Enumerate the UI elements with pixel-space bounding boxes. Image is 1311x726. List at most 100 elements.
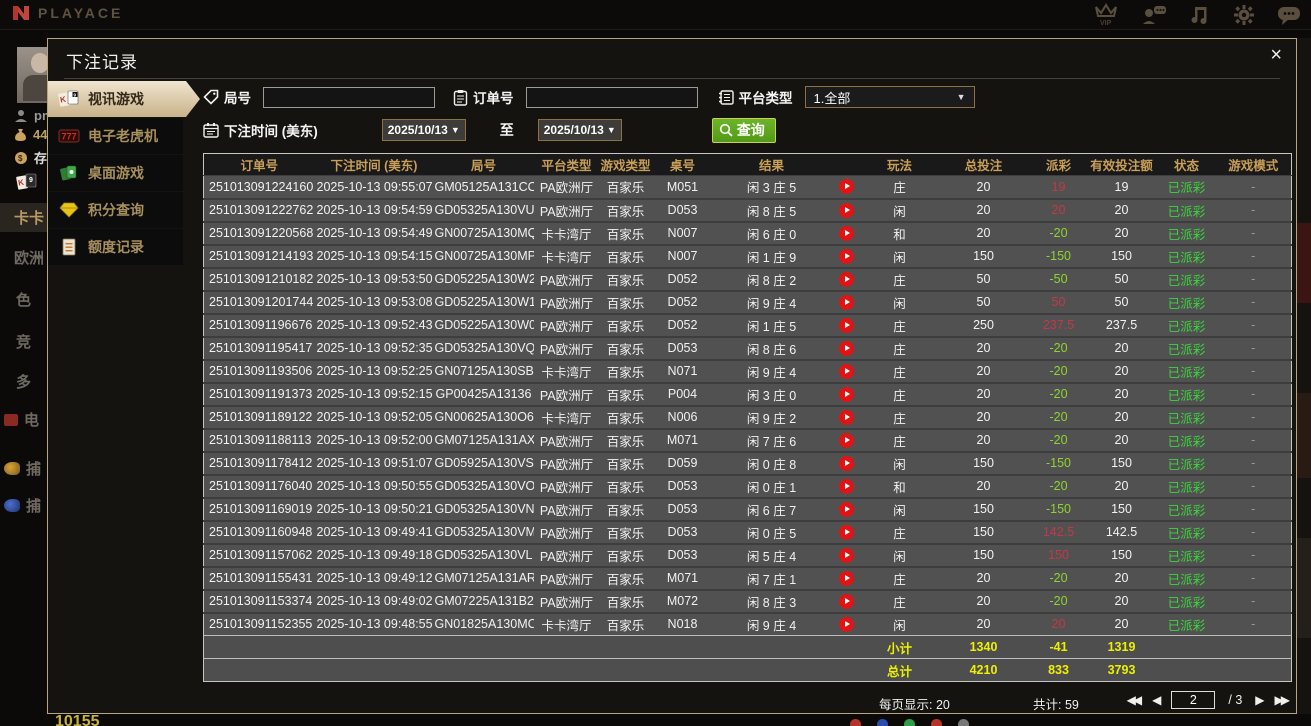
cell-order-no: 251013091152355 [203, 611, 315, 636]
play-video-icon[interactable] [839, 570, 854, 586]
cell-order-no: 251013091193506 [203, 358, 315, 383]
cell-order-no: 251013091169019 [203, 496, 315, 521]
bg-menu-item-3[interactable]: 竞 [16, 331, 31, 352]
order-no-label: 订单号 [473, 91, 514, 106]
cell-play-type: 庄 [863, 427, 936, 452]
page-input[interactable] [1171, 691, 1216, 709]
bg-menu-item-1[interactable]: 欧洲 [14, 247, 44, 268]
play-video-icon[interactable] [839, 524, 854, 540]
tab-label: 积分查询 [88, 202, 144, 218]
play-video-icon[interactable] [839, 432, 854, 448]
cell-status: 已派彩 [1157, 381, 1216, 406]
tab-table-games[interactable]: 桌面游戏 [48, 155, 183, 191]
vip-icon[interactable]: VIP [1093, 3, 1119, 27]
cell-total-bet: 50 [935, 289, 1032, 314]
tab-credit-records[interactable]: 额度记录 [48, 229, 183, 265]
cell-play-type: 闲 [863, 197, 936, 222]
cell-play-type: 和 [863, 473, 936, 498]
cell-play [829, 175, 864, 199]
play-video-icon[interactable] [839, 340, 854, 356]
cell-payout: -20 [1031, 427, 1086, 452]
bg-menu-item-7[interactable]: 捕 [4, 495, 41, 516]
play-video-icon[interactable] [839, 501, 854, 517]
play-video-icon[interactable] [839, 248, 854, 264]
play-video-icon[interactable] [839, 179, 854, 195]
cell-payout: 150 [1031, 542, 1086, 567]
total-label: 总计 [863, 658, 936, 682]
bg-menu-item-6[interactable]: 捕 [4, 458, 41, 479]
play-video-icon[interactable] [839, 593, 854, 609]
play-video-icon[interactable] [839, 271, 854, 287]
play-video-icon[interactable] [839, 225, 854, 241]
play-video-icon[interactable] [839, 455, 854, 471]
cell-play [829, 588, 864, 613]
bg-menu-item-4[interactable]: 多 [16, 371, 31, 392]
user-icon [15, 109, 27, 122]
cell-payout: -20 [1031, 473, 1086, 498]
cell-bet-time: 2025-10-13 09:51:07 [314, 450, 434, 475]
bg-menu-item-5[interactable]: 电 [4, 409, 39, 430]
cell-table-no: N007 [651, 243, 714, 268]
cell-bet-time: 2025-10-13 09:49:18 [314, 542, 434, 567]
date-from-picker[interactable]: 2025/10/13 ▼ [381, 119, 466, 141]
chat-icon[interactable] [1277, 4, 1301, 26]
play-video-icon[interactable] [839, 294, 854, 310]
tab-label: 额度记录 [88, 239, 144, 255]
play-video-icon[interactable] [839, 363, 854, 379]
cell-order-no: 251013091191373 [203, 381, 315, 406]
order-no-input[interactable] [525, 86, 698, 108]
round-no-input[interactable] [263, 86, 435, 108]
cell-total-bet: 150 [935, 243, 1032, 268]
cell-status: 已派彩 [1157, 450, 1216, 475]
cell-game-mode: - [1215, 611, 1292, 636]
cell-status: 已派彩 [1157, 243, 1216, 268]
coin-icon: $ [15, 151, 27, 164]
pagination-bar: 每页显示: 20 共计: 59 ◀◀ ◀ / 3 ▶ ▶▶ [203, 689, 1291, 715]
search-button[interactable]: 查询 [711, 117, 776, 143]
cell-order-no: 251013091153374 [203, 588, 315, 613]
play-video-icon[interactable] [839, 409, 854, 425]
cell-result: 闲 7 庄 1 [713, 565, 830, 590]
play-video-icon[interactable] [839, 202, 854, 218]
tab-slots[interactable]: 777 电子老虎机 [48, 118, 183, 154]
first-page-icon[interactable]: ◀◀ [1127, 693, 1143, 707]
cell-status: 已派彩 [1157, 404, 1216, 429]
play-video-icon[interactable] [839, 478, 854, 494]
cell-game-mode: - [1215, 588, 1292, 613]
last-page-icon[interactable]: ▶▶ [1275, 693, 1291, 707]
cell-order-no: 251013091160948 [203, 519, 315, 544]
cell-game-type: 百家乐 [599, 588, 652, 613]
prev-page-icon[interactable]: ◀ [1152, 693, 1161, 707]
support-icon[interactable] [1141, 4, 1167, 26]
bg-menu-item-0[interactable]: 卡卡 [0, 203, 47, 232]
date-to-picker[interactable]: 2025/10/13 ▼ [537, 119, 622, 141]
platform-type-select[interactable]: 1.全部 ▼ [804, 86, 975, 108]
play-video-icon[interactable] [839, 386, 854, 402]
brand-logo[interactable]: PLAYACE [12, 4, 123, 22]
music-icon[interactable] [1189, 4, 1211, 26]
cell-platform-type: PA欧洲厅 [533, 450, 600, 475]
close-icon[interactable]: × [1270, 45, 1282, 65]
header-valid-bet: 有效投注额 [1085, 153, 1158, 176]
cell-payout: -150 [1031, 450, 1086, 475]
play-video-icon[interactable] [839, 317, 854, 333]
cell-result: 闲 0 庄 1 [713, 473, 830, 498]
cell-bet-time: 2025-10-13 09:52:15 [314, 381, 434, 406]
cell-play-type: 庄 [863, 519, 936, 544]
money-bag-icon [15, 128, 26, 141]
cell-game-mode: - [1215, 289, 1292, 314]
bottom-lobby-dots [850, 719, 969, 726]
play-video-icon[interactable] [839, 616, 854, 632]
bet-records-table: 订单号 下注时间 (美东) 局号 平台类型 游戏类型 桌号 结果 玩法 总投注 派彩 有效投注额 状态… [203, 153, 1292, 682]
settings-icon[interactable] [1233, 4, 1255, 26]
cell-status: 已派彩 [1157, 427, 1216, 452]
bg-menu-item-2[interactable]: 色 [16, 289, 31, 310]
cell-status: 已派彩 [1157, 358, 1216, 383]
cell-platform-type: 卡卡湾厅 [533, 611, 600, 636]
next-page-icon[interactable]: ▶ [1255, 693, 1264, 707]
tab-points[interactable]: 积分查询 [48, 192, 183, 228]
tab-video-games[interactable]: K 9 视讯游戏 [48, 81, 200, 117]
bet-time-label: 下注时间 (美东) [224, 124, 318, 139]
cell-bet-time: 2025-10-13 09:50:21 [314, 496, 434, 521]
play-video-icon[interactable] [839, 547, 854, 563]
